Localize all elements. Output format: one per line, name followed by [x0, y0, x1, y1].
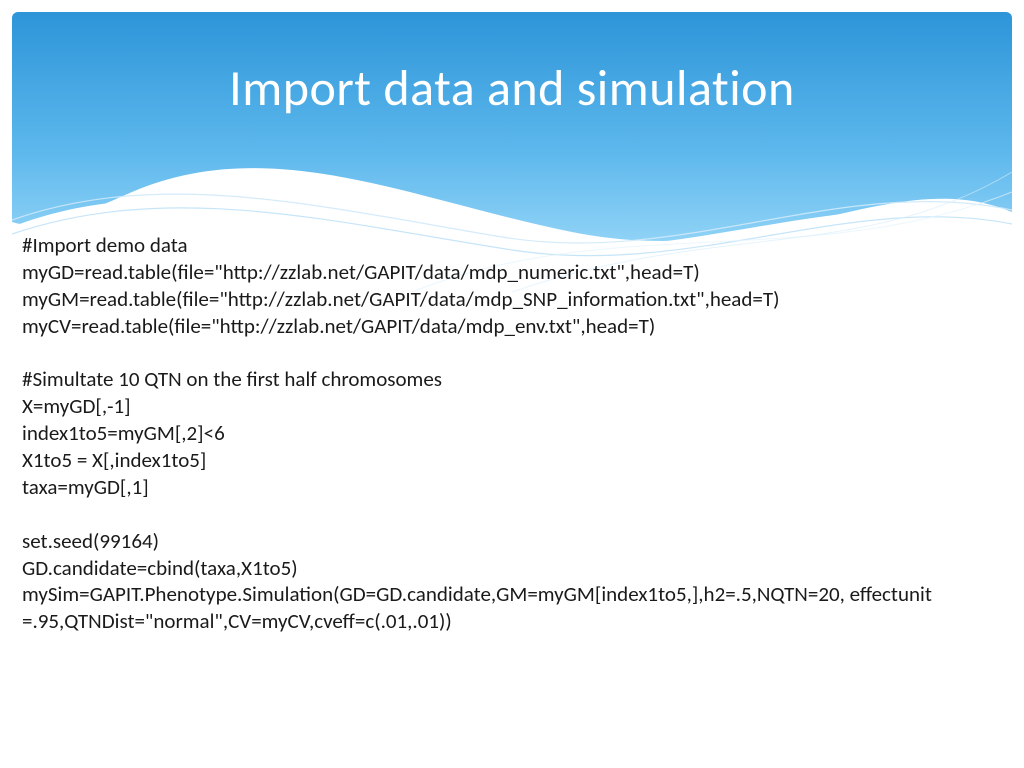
slide-body-code: #Import demo data myGD=read.table(file="… [22, 232, 1002, 635]
slide-container: Import data and simulation #Import demo … [0, 0, 1024, 768]
slide-title: Import data and simulation [0, 58, 1024, 119]
